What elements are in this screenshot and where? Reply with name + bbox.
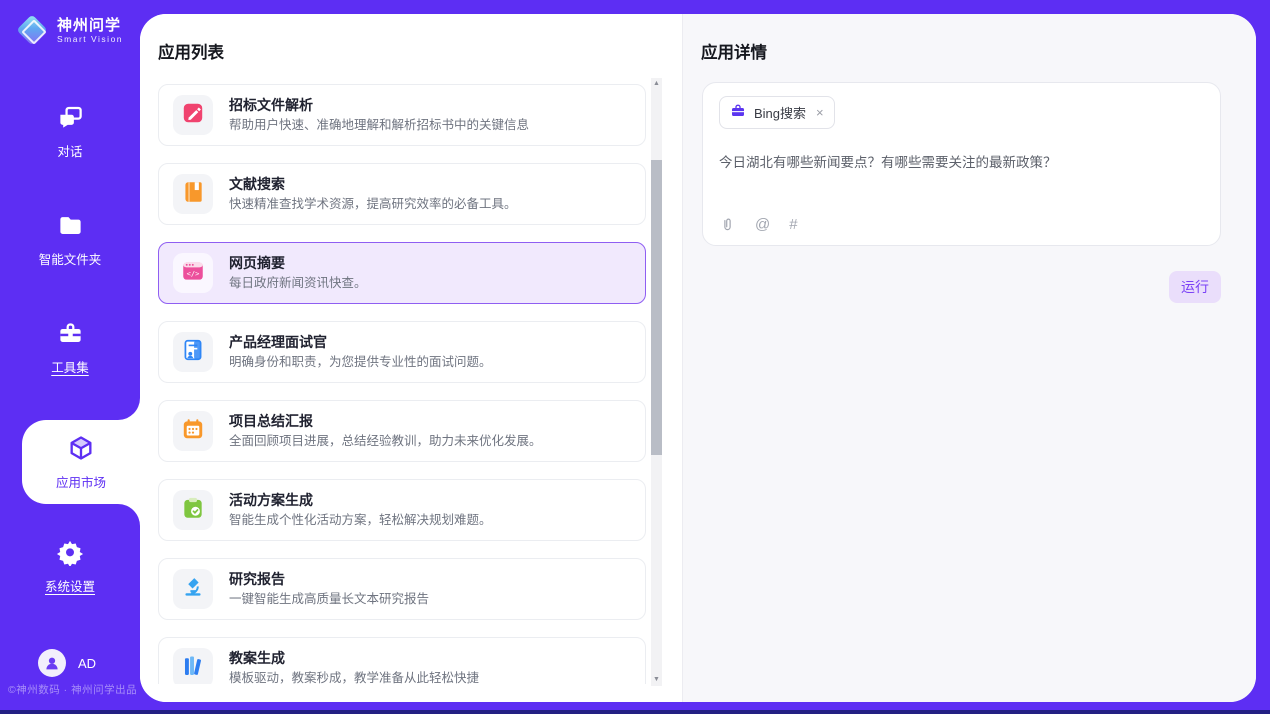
hash-icon[interactable]: # xyxy=(789,217,797,233)
brand-diamond-icon xyxy=(16,14,48,46)
app-card-title: 产品经理面试官 xyxy=(229,333,492,351)
bubble-curve-bottom xyxy=(118,504,140,526)
app-card-description: 明确身份和职责，为您提供专业性的面试问题。 xyxy=(229,354,492,371)
plugin-chip-label: Bing搜索 xyxy=(754,103,806,122)
app-detail-title: 应用详情 xyxy=(701,39,767,63)
main-content: 应用列表 招标文件解析 帮助用户快速、准确地理解和解析招标书中的关键信息 文献搜… xyxy=(140,14,1256,702)
user-avatar-icon xyxy=(38,649,66,677)
app-list: 招标文件解析 帮助用户快速、准确地理解和解析招标书中的关键信息 文献搜索 快速精… xyxy=(158,84,646,684)
sidebar-item-label: 系统设置 xyxy=(0,576,140,595)
app-icon-tile xyxy=(173,332,213,372)
app-card-教案生成[interactable]: 教案生成 模板驱动，教案秒成，教学准备从此轻松快捷 xyxy=(158,637,646,684)
app-card-description: 模板驱动，教案秒成，教学准备从此轻松快捷 xyxy=(229,670,479,684)
app-icon-tile xyxy=(173,174,213,214)
app-card-产品经理面试官[interactable]: 产品经理面试官 明确身份和职责，为您提供专业性的面试问题。 xyxy=(158,321,646,383)
user-account[interactable]: AD xyxy=(38,649,96,677)
query-input[interactable]: 今日湖北有哪些新闻要点？有哪些需要关注的最新政策？ xyxy=(719,153,1204,172)
app-card-description: 每日政府新闻资讯快查。 xyxy=(229,275,367,292)
app-icon-tile xyxy=(173,648,213,684)
app-card-title: 文献搜索 xyxy=(229,175,517,193)
paperclip-icon[interactable] xyxy=(719,216,736,233)
scrollbar-up-arrow[interactable]: ▲ xyxy=(651,78,662,90)
app-card-description: 一键智能生成高质量长文本研究报告 xyxy=(229,591,429,608)
bubble-curve-top xyxy=(118,398,140,420)
scrollbar-thumb[interactable] xyxy=(651,160,662,455)
sidebar-item-智能文件夹[interactable]: 智能文件夹 xyxy=(0,212,140,268)
sidebar-item-label: 工具集 xyxy=(0,357,140,376)
sidebar-item-label: 对话 xyxy=(0,141,140,160)
scrollbar-down-arrow[interactable]: ▼ xyxy=(651,674,662,686)
user-name: AD xyxy=(78,656,96,671)
briefcase-icon xyxy=(730,103,746,122)
brand-name: 神州问学 xyxy=(57,17,123,34)
prompt-composer[interactable]: Bing搜索 × 今日湖北有哪些新闻要点？有哪些需要关注的最新政策？ @# xyxy=(702,82,1221,246)
app-card-文献搜索[interactable]: 文献搜索 快速精准查找学术资源，提高研究效率的必备工具。 xyxy=(158,163,646,225)
app-detail-panel: 应用详情 Bing搜索 × 今日湖北有哪些新闻要点？有哪些需要关注的最新政策？ … xyxy=(682,14,1256,702)
app-card-title: 项目总结汇报 xyxy=(229,412,542,430)
app-card-项目总结汇报[interactable]: 项目总结汇报 全面回顾项目进展，总结经验教训，助力未来优化发展。 xyxy=(158,400,646,462)
app-icon-tile xyxy=(173,490,213,530)
app-list-panel: 应用列表 招标文件解析 帮助用户快速、准确地理解和解析招标书中的关键信息 文献搜… xyxy=(140,14,682,702)
window-bottom-edge xyxy=(0,710,1270,714)
sidebar-item-label: 应用市场 xyxy=(22,472,140,491)
mention-icon[interactable]: @ xyxy=(755,217,770,233)
toolbox-icon xyxy=(57,320,84,348)
composer-toolbar: @# xyxy=(719,216,798,233)
app-list-title: 应用列表 xyxy=(158,39,224,63)
app-card-活动方案生成[interactable]: 活动方案生成 智能生成个性化活动方案，轻松解决规划难题。 xyxy=(158,479,646,541)
plugin-chip-bing-search[interactable]: Bing搜索 × xyxy=(719,96,835,129)
app-icon-tile: </> xyxy=(173,253,213,293)
sidebar-item-label: 智能文件夹 xyxy=(0,249,140,268)
app-card-description: 全面回顾项目进展，总结经验教训，助力未来优化发展。 xyxy=(229,433,542,450)
app-icon-tile xyxy=(173,411,213,451)
folder-icon xyxy=(57,212,84,240)
sidebar-item-对话[interactable]: 对话 xyxy=(0,104,140,160)
chat-icon xyxy=(57,104,84,132)
app-card-description: 快速精准查找学术资源，提高研究效率的必备工具。 xyxy=(229,196,517,213)
chip-close-icon[interactable]: × xyxy=(816,105,824,120)
app-card-网页摘要[interactable]: </> 网页摘要 每日政府新闻资讯快查。 xyxy=(158,242,646,304)
app-card-description: 帮助用户快速、准确地理解和解析招标书中的关键信息 xyxy=(229,117,529,134)
app-card-title: 研究报告 xyxy=(229,570,429,588)
app-card-title: 招标文件解析 xyxy=(229,96,529,114)
app-card-description: 智能生成个性化活动方案，轻松解决规划难题。 xyxy=(229,512,492,529)
app-icon-tile xyxy=(173,95,213,135)
app-card-title: 教案生成 xyxy=(229,649,479,667)
sidebar-item-应用市场[interactable]: 应用市场 xyxy=(22,420,140,504)
gear-icon xyxy=(56,538,84,566)
sidebar: 神州问学 Smart Vision 对话 智能文件夹 工具集 应用市场 系统设置… xyxy=(0,0,140,714)
copyright-footer: ©神州数码 · 神州问学出品 xyxy=(8,682,140,697)
app-card-研究报告[interactable]: 研究报告 一键智能生成高质量长文本研究报告 xyxy=(158,558,646,620)
app-logo: 神州问学 Smart Vision xyxy=(16,14,123,46)
svg-text:</>: </> xyxy=(187,269,200,278)
app-card-title: 网页摘要 xyxy=(229,254,367,272)
scrollbar-track[interactable]: ▲ ▼ xyxy=(651,78,662,686)
brand-subtitle: Smart Vision xyxy=(57,34,123,44)
run-button[interactable]: 运行 xyxy=(1169,271,1221,303)
app-card-招标文件解析[interactable]: 招标文件解析 帮助用户快速、准确地理解和解析招标书中的关键信息 xyxy=(158,84,646,146)
sidebar-item-系统设置[interactable]: 系统设置 xyxy=(0,538,140,595)
app-card-title: 活动方案生成 xyxy=(229,491,492,509)
cube-icon xyxy=(67,434,95,462)
sidebar-item-工具集[interactable]: 工具集 xyxy=(0,320,140,376)
app-icon-tile xyxy=(173,569,213,609)
